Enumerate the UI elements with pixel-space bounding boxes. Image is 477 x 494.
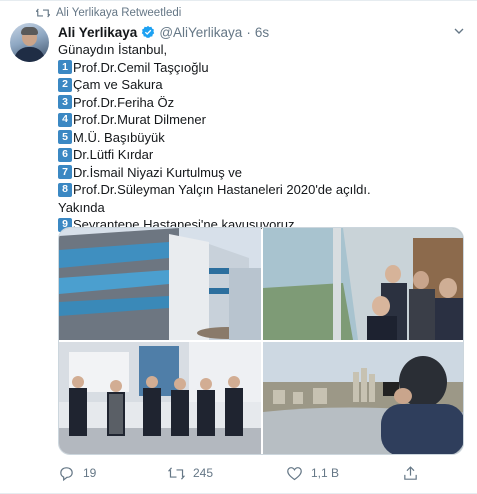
list-item-text: Prof.Dr.Murat Dilmener: [73, 112, 206, 127]
keycap-8-icon: 8: [58, 182, 72, 197]
list-item-text: M.Ü. Başıbüyük: [73, 129, 165, 145]
list-item: 4 Prof.Dr.Murat Dilmener: [58, 111, 468, 129]
officials-group-photo[interactable]: [59, 342, 261, 454]
keycap-1-icon: 1: [58, 60, 72, 75]
city-view-photo[interactable]: [263, 342, 463, 454]
retweet-icon: [168, 466, 185, 480]
tweet-actions: 19 245 1,1 B: [58, 463, 464, 483]
heart-icon: [287, 466, 302, 480]
keycap-7-icon: 7: [58, 165, 72, 180]
list-item: 2 Çam ve Sakura: [58, 76, 468, 94]
list-item-text: Prof.Dr.Feriha Öz: [73, 94, 175, 110]
media-grid: [58, 227, 464, 455]
middle-text: Yakında: [58, 199, 105, 215]
like-count: 1,1 B: [311, 466, 340, 480]
retweet-icon: [36, 8, 50, 18]
reply-button[interactable]: 19: [58, 463, 96, 483]
separator: ·: [246, 24, 251, 40]
hospital-building-photo[interactable]: [59, 228, 261, 340]
retweet-button[interactable]: 245: [168, 463, 213, 483]
greeting-text: Günaydın İstanbul,: [58, 42, 168, 57]
keycap-6-icon: 6: [58, 147, 72, 162]
retweet-banner[interactable]: Ali Yerlikaya Retweetledi: [36, 6, 181, 20]
tweet-text: Günaydın İstanbul, 1 Prof.Dr.Cemil Taşçıo…: [58, 41, 468, 251]
list-item: 3 Prof.Dr.Feriha Öz: [58, 94, 468, 112]
tweet-header: Ali Yerlikaya @AliYerlikaya · 6s: [58, 23, 269, 41]
list-item: 6 Dr.Lütfi Kırdar: [58, 146, 468, 164]
share-icon: [404, 465, 417, 480]
verified-badge-icon: [142, 25, 155, 38]
like-button[interactable]: 1,1 B: [286, 463, 339, 483]
avatar[interactable]: [10, 23, 49, 62]
chevron-down-icon[interactable]: [451, 23, 467, 39]
list-item: 5 M.Ü. Başıbüyük: [58, 129, 468, 147]
keycap-5-icon: 5: [58, 130, 72, 145]
list-item-text: Dr.Lütfi Kırdar: [73, 147, 154, 162]
keycap-2-icon: 2: [58, 77, 72, 92]
list-item-text: Prof.Dr.Süleyman Yalçın Hastaneleri 2020…: [73, 182, 371, 197]
author-name[interactable]: Ali Yerlikaya: [58, 25, 137, 40]
tweet-timestamp[interactable]: 6s: [255, 25, 269, 40]
share-button[interactable]: [402, 463, 419, 483]
officials-window-view-photo[interactable]: [263, 228, 463, 340]
reply-icon: [60, 466, 73, 481]
retweet-banner-text: Ali Yerlikaya Retweetledi: [56, 7, 182, 19]
list-item-text: Prof.Dr.Cemil Taşçıoğlu: [73, 59, 209, 75]
retweet-count: 245: [193, 466, 214, 480]
reply-count: 19: [83, 466, 97, 480]
author-handle[interactable]: @AliYerlikaya: [159, 25, 242, 40]
list-item: 1 Prof.Dr.Cemil Taşçıoğlu: [58, 59, 468, 77]
keycap-4-icon: 4: [58, 112, 72, 127]
list-item: 7 Dr.İsmail Niyazi Kurtulmuş ve: [58, 164, 468, 182]
list-item-text: Dr.İsmail Niyazi Kurtulmuş ve: [73, 164, 243, 180]
list-item-text: Çam ve Sakura: [73, 77, 163, 92]
tweet[interactable]: Ali Yerlikaya Retweetledi Ali Yerlikaya …: [0, 0, 477, 494]
keycap-3-icon: 3: [58, 95, 72, 110]
list-item: 8 Prof.Dr.Süleyman Yalçın Hastaneleri 202…: [58, 181, 468, 199]
